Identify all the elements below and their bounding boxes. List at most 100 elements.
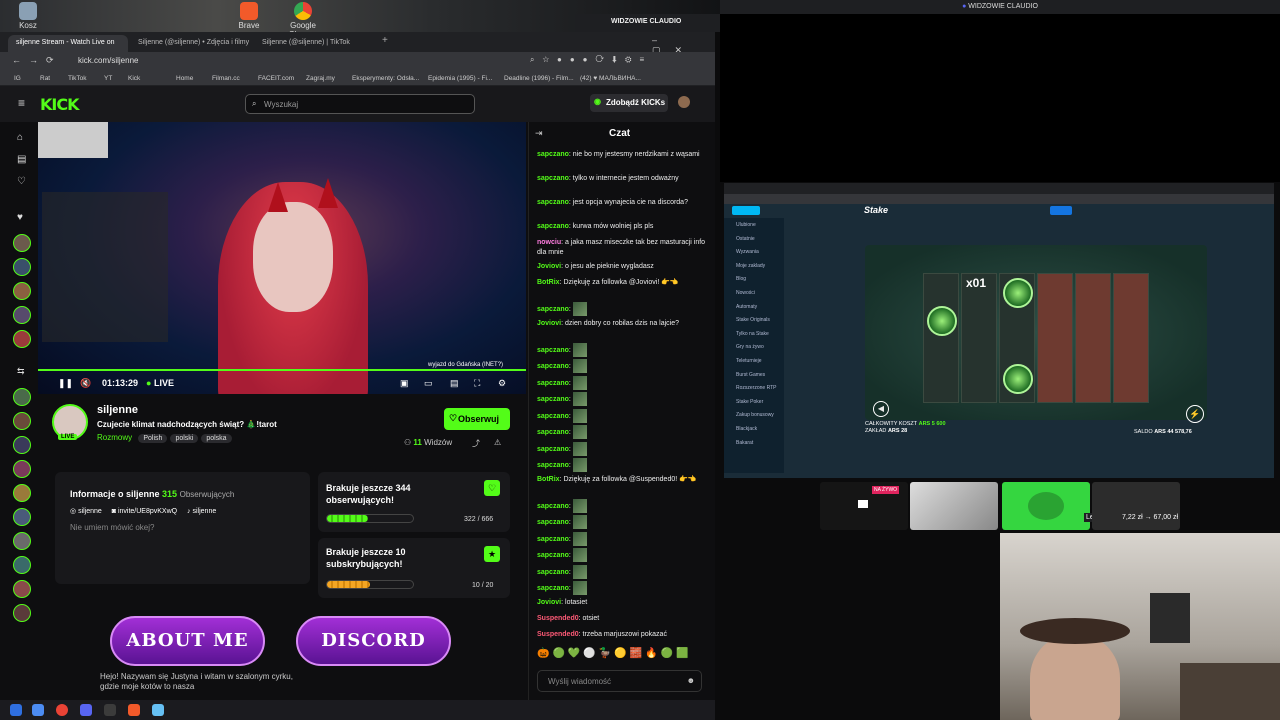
- chat-username[interactable]: sapczano: [537, 535, 569, 542]
- stake-sidebar-item[interactable]: Ostatnie: [736, 236, 755, 242]
- tab-instagram[interactable]: Siljenne (@siljenne) • Zdjęcia i filmy: [130, 35, 252, 52]
- chat-username[interactable]: sapczano: [537, 519, 569, 526]
- sidebar-channel-avatar[interactable]: [13, 412, 31, 430]
- streamer-name[interactable]: siljenne: [97, 404, 138, 416]
- pip-icon[interactable]: ▣: [400, 378, 409, 389]
- chat-username[interactable]: sapczano: [537, 175, 569, 182]
- sidebar-channel-avatar[interactable]: [13, 330, 31, 348]
- stake-sidebar-item[interactable]: Blackjack: [736, 426, 757, 432]
- stake-sidebar-item[interactable]: Burst Games: [736, 372, 765, 378]
- obs-icon[interactable]: [104, 704, 116, 716]
- slot-game[interactable]: x01 ◀: [865, 245, 1207, 420]
- share-icon[interactable]: ⤴: [472, 438, 480, 449]
- chat-username[interactable]: sapczano: [537, 412, 569, 419]
- chat-username[interactable]: sapczano: [537, 429, 569, 436]
- theater-icon[interactable]: ▭: [424, 378, 433, 389]
- fullscreen-icon[interactable]: ⛶: [474, 378, 480, 389]
- chrome-taskbar-icon[interactable]: [56, 704, 68, 716]
- bookmark-item[interactable]: Filman.cc: [212, 75, 240, 82]
- stake-sidebar-item[interactable]: Bakarat: [736, 440, 753, 446]
- chat-username[interactable]: BotRix: [537, 279, 560, 286]
- chat-input[interactable]: Wyślij wiadomość ☻: [537, 670, 702, 692]
- chat-username[interactable]: Suspended0: [537, 615, 579, 622]
- discord-link[interactable]: invite/UE8pvKXwQ: [118, 508, 177, 515]
- nav-buttons[interactable]: ←→⟳: [12, 55, 62, 66]
- sound-icon[interactable]: ◀: [873, 401, 889, 417]
- collapse-icon[interactable]: ⇆: [17, 366, 25, 377]
- avatar[interactable]: [678, 96, 690, 108]
- wallet-button[interactable]: [1050, 206, 1072, 215]
- chat-username[interactable]: sapczano: [537, 502, 569, 509]
- bookmark-item[interactable]: YT: [104, 75, 112, 82]
- stake-sidebar-item[interactable]: Wyzwania: [736, 249, 759, 255]
- sidebar-channel-avatar[interactable]: [13, 508, 31, 526]
- video-player[interactable]: wyjazd do Gdańska (INET?): [38, 122, 526, 394]
- chat-username[interactable]: sapczano: [537, 445, 569, 452]
- bookmark-item[interactable]: Home: [176, 75, 193, 82]
- chat-username[interactable]: sapczano: [537, 363, 569, 370]
- tab-tiktok[interactable]: Siljenne (@siljenne) | TikTok: [254, 35, 376, 52]
- emote-bar[interactable]: 🎃🟢💚⚪🦆🟡🧱🔥🟢🟩: [537, 648, 707, 659]
- tag[interactable]: polska: [201, 434, 232, 443]
- discord-banner[interactable]: DISCORD: [296, 616, 451, 666]
- chat-username[interactable]: nowciu: [537, 239, 561, 246]
- stake-sidebar-item[interactable]: Nowości: [736, 290, 755, 296]
- tag[interactable]: polski: [170, 434, 199, 443]
- sidebar-channel-avatar[interactable]: [13, 604, 31, 622]
- bookmark-item[interactable]: TikTok: [68, 75, 87, 82]
- instagram-link[interactable]: siljenne: [78, 508, 102, 515]
- bookmark-item[interactable]: Epidemia (1995) - Fi...: [428, 75, 492, 82]
- extension-icons[interactable]: ⌕☆●●●⟳⬇⚙≡: [530, 55, 710, 65]
- kick-logo[interactable]: KICK: [40, 95, 79, 114]
- bookmark-item[interactable]: Eksperymenty: Odsła...: [352, 75, 419, 82]
- sidebar-channel-avatar[interactable]: [13, 282, 31, 300]
- sidebar-channel-avatar[interactable]: [13, 436, 31, 454]
- settings-icon[interactable]: ⚙: [498, 378, 506, 389]
- thumbnail[interactable]: NA ŻYWO: [820, 482, 908, 530]
- chat-username[interactable]: Suspended0: [537, 631, 579, 638]
- stake-sidebar-item[interactable]: Rozszerzone RTP: [736, 385, 776, 391]
- chat-username[interactable]: sapczano: [537, 346, 569, 353]
- recycle-bin-icon[interactable]: Kosz: [8, 2, 48, 30]
- chat-username[interactable]: sapczano: [537, 552, 569, 559]
- follow-button[interactable]: ♡ Obserwuj: [444, 408, 510, 430]
- chat-username[interactable]: Joviovi: [537, 263, 561, 270]
- chat-username[interactable]: BotRix: [537, 476, 560, 483]
- brave-taskbar-icon[interactable]: [128, 704, 140, 716]
- bookmark-item[interactable]: Zagraj.my: [306, 75, 335, 82]
- stake-sidebar-item[interactable]: Blog: [736, 276, 746, 282]
- thumbnail[interactable]: [910, 482, 998, 530]
- follow-goal-button[interactable]: ♡: [484, 480, 500, 496]
- about-me-banner[interactable]: ABOUT ME: [110, 616, 265, 666]
- progress-line[interactable]: [38, 369, 526, 371]
- tiktok-link[interactable]: siljenne: [193, 508, 217, 515]
- url-field[interactable]: kick.com/siljenne: [78, 56, 138, 65]
- chat-username[interactable]: sapczano: [537, 568, 569, 575]
- category-link[interactable]: Rozmowy: [97, 433, 132, 442]
- stake-sidebar-item[interactable]: Teleturnieje: [736, 358, 762, 364]
- sidebar-channel-avatar[interactable]: [13, 484, 31, 502]
- bookmark-item[interactable]: (42) ♥ МАЛЬВИНА...: [580, 75, 641, 82]
- thumbnail[interactable]: [1002, 482, 1090, 530]
- chat-username[interactable]: sapczano: [537, 379, 569, 386]
- subscribe-goal-button[interactable]: ★: [484, 546, 500, 562]
- chat-username[interactable]: sapczano: [537, 199, 569, 206]
- sidebar-channel-avatar[interactable]: [13, 532, 31, 550]
- explorer-icon[interactable]: [32, 704, 44, 716]
- clip-icon[interactable]: ▤: [450, 378, 459, 389]
- sidebar-channel-avatar[interactable]: [13, 556, 31, 574]
- bookmark-item[interactable]: Rat: [40, 75, 50, 82]
- sidebar-channel-avatar[interactable]: [13, 388, 31, 406]
- chat-username[interactable]: sapczano: [537, 223, 569, 230]
- start-icon[interactable]: [10, 704, 22, 716]
- chat-username[interactable]: Joviovi: [537, 320, 561, 327]
- bookmark-item[interactable]: IG: [14, 75, 21, 82]
- following-icon[interactable]: ♡: [17, 176, 26, 187]
- new-tab-button[interactable]: +: [382, 35, 388, 46]
- sidebar-channel-avatar[interactable]: [13, 306, 31, 324]
- menu-icon[interactable]: ≡: [18, 96, 25, 110]
- tab-kick[interactable]: siljenne Stream - Watch Live on: [8, 35, 128, 52]
- stake-sidebar-item[interactable]: Zakup bonusowy: [736, 412, 774, 418]
- bookmark-item[interactable]: FACEIT.com: [258, 75, 294, 82]
- stake-sidebar-item[interactable]: Tylko na Stake: [736, 331, 769, 337]
